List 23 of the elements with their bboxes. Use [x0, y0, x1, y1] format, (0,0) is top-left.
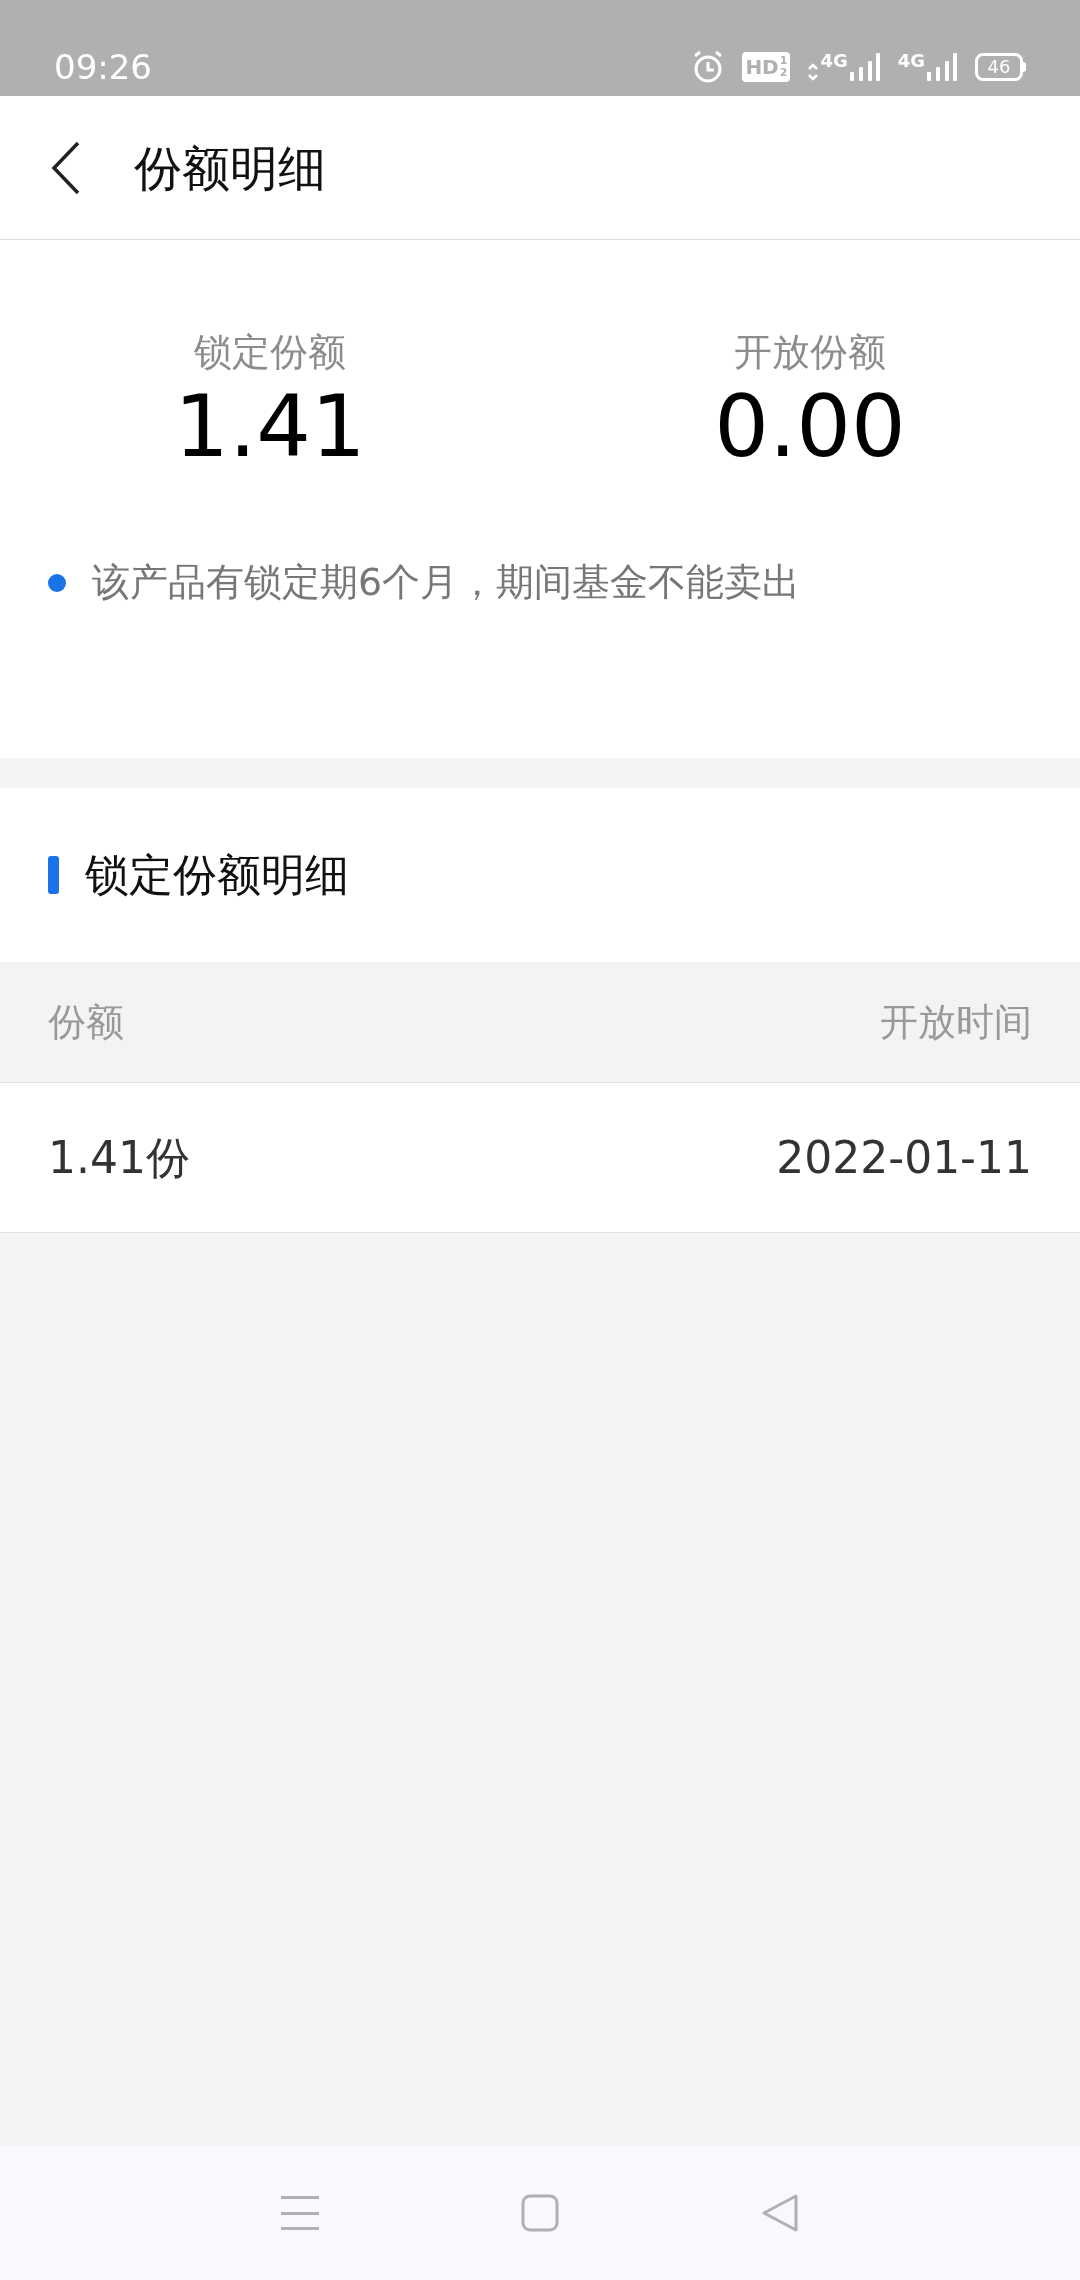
signal-icon [849, 52, 880, 82]
page-title: 份额明细 [134, 138, 326, 198]
table-cell-text: 1.41份 [48, 1130, 190, 1185]
lock-notice: 该产品有锁定期6个月，期间基金不能卖出 [92, 559, 801, 606]
column-header: 开放时间 [880, 998, 1032, 1046]
battery-indicator: 46 [975, 53, 1026, 81]
share-label: 开放份额 [734, 329, 886, 376]
back-icon[interactable] [761, 2193, 799, 2233]
share-label: 锁定份额 [194, 329, 346, 376]
data-arrows-icon [808, 62, 819, 82]
home-icon[interactable] [521, 2194, 559, 2232]
share-value: 0.00 [714, 376, 906, 476]
section-title: 锁定份额明细 [85, 848, 349, 902]
menu-icon[interactable] [281, 2196, 319, 2230]
column-header: 份额 [48, 998, 124, 1046]
status-time: 09:26 [54, 50, 152, 84]
share-value: 1.41 [174, 376, 366, 476]
network-type: 4G [897, 52, 925, 70]
table-cell-text: 2022-01-11 [776, 1130, 1032, 1185]
section-marker [48, 856, 59, 894]
alarm-icon [692, 50, 725, 84]
network-type: 4G [820, 52, 848, 70]
signal-icon [927, 52, 957, 82]
